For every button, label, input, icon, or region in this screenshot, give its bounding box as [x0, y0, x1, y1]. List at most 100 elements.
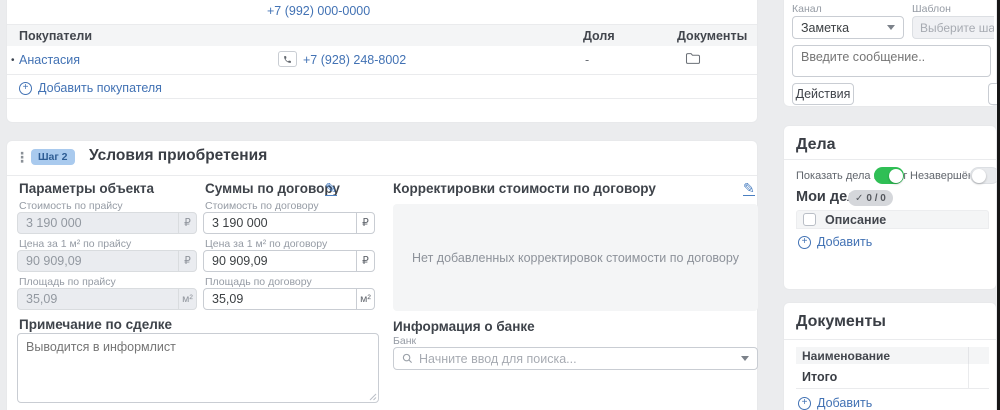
- channel-value: Заметка: [801, 21, 849, 35]
- documents-card: Документы Наименование Итого + Добавить: [783, 302, 997, 410]
- message-textarea[interactable]: [792, 45, 991, 77]
- bank-label: Банк: [393, 335, 416, 347]
- adjustments-empty-panel: Нет добавленных корректировок стоимости …: [393, 204, 758, 311]
- buyers-col-share: Доля: [583, 29, 615, 43]
- chevron-down-icon: [741, 356, 749, 361]
- edit-adjustments-icon[interactable]: ✎: [743, 181, 755, 196]
- tasks-counter-badge: ✓ 0 / 0: [848, 190, 893, 206]
- add-document-label: Добавить: [817, 396, 872, 410]
- buyer-share-value: -: [585, 53, 589, 67]
- deal-note-textarea[interactable]: [17, 333, 379, 403]
- add-buyer-label: Добавить покупателя: [38, 81, 162, 95]
- select-all-checkbox[interactable]: [803, 213, 816, 226]
- step-badge: Шаг 2: [31, 149, 75, 165]
- drag-handle-icon[interactable]: ⋮: [15, 149, 30, 166]
- bank-search-placeholder: Начните ввод для поиска...: [419, 352, 735, 366]
- table-row: • Анастасия +7 (928) 248-8002 -: [7, 46, 757, 74]
- search-icon: [402, 353, 413, 364]
- bank-search-select[interactable]: Начните ввод для поиска...: [393, 347, 758, 370]
- composer-card: Канал Заметка Шаблон Выберите шаблон Дей…: [783, 0, 997, 107]
- buyer-phone-link[interactable]: +7 (928) 248-8002: [303, 53, 406, 67]
- buyers-card: ИНН 0000000000 +7 (992) 000-0000 Покупат…: [6, 0, 758, 123]
- phone-icon[interactable]: [278, 51, 297, 67]
- note-title: Примечание по сделке: [19, 317, 172, 332]
- tasks-col-description: Описание: [825, 213, 886, 227]
- step2-card: ⋮ Шаг 2 Условия приобретения Параметры о…: [6, 140, 758, 410]
- documents-title: Документы: [796, 313, 886, 331]
- price-list-area-input: [18, 289, 178, 309]
- template-select[interactable]: Выберите шаблон: [912, 16, 994, 39]
- column-divider: [968, 364, 969, 388]
- edit-sums-icon[interactable]: ✎: [325, 181, 337, 196]
- field-label: Стоимость по прайсу: [19, 200, 123, 212]
- documents-total-label: Итого: [802, 370, 837, 384]
- plus-circle-icon: +: [798, 397, 811, 410]
- contract-sqm-input[interactable]: [204, 251, 356, 271]
- divider: [7, 175, 757, 176]
- contract-area-field[interactable]: м²: [203, 288, 375, 310]
- tasks-card: Дела Показать дела коллег Незавершённые …: [783, 125, 997, 290]
- currency-unit: ₽: [178, 251, 196, 271]
- row-bullet: •: [11, 55, 15, 66]
- tasks-title: Дела: [796, 136, 836, 154]
- column-divider: [968, 347, 969, 364]
- price-list-sqm-field: ₽: [17, 250, 197, 272]
- price-list-area-field: м²: [17, 288, 197, 310]
- check-icon: ✓: [855, 193, 863, 204]
- contract-sums-title: Суммы по договору: [205, 181, 340, 196]
- field-label: Площадь по прайсу: [19, 276, 116, 288]
- price-list-sqm-input: [18, 251, 178, 271]
- area-unit: м²: [178, 289, 196, 309]
- bank-title: Информация о банке: [393, 319, 535, 334]
- crm-deal-screen: ИНН 0000000000 +7 (992) 000-0000 Покупат…: [0, 0, 1000, 410]
- contract-area-input[interactable]: [204, 289, 356, 309]
- contact-phone-link[interactable]: +7 (992) 000-0000: [267, 4, 370, 18]
- step-title: Условия приобретения: [89, 147, 267, 165]
- template-label: Шаблон: [912, 3, 951, 15]
- documents-col-name: Наименование: [802, 349, 890, 363]
- add-task-button[interactable]: + Добавить: [798, 235, 872, 249]
- resize-handle-icon[interactable]: [369, 393, 377, 401]
- price-list-cost-input: [18, 213, 178, 233]
- currency-unit: ₽: [356, 213, 374, 233]
- field-label: Площадь по договору: [205, 276, 312, 288]
- buyer-name-link[interactable]: Анастасия: [19, 53, 80, 67]
- adjustments-empty-text: Нет добавленных корректировок стоимости …: [412, 249, 739, 267]
- adjustments-title: Корректировки стоимости по договору: [393, 181, 656, 196]
- contract-cost-field[interactable]: ₽: [203, 212, 375, 234]
- add-document-button[interactable]: + Добавить: [798, 396, 872, 410]
- field-label: Цена за 1 м² по договору: [205, 238, 327, 250]
- buyers-table-header: Покупатели Доля Документы: [7, 25, 757, 46]
- area-unit: м²: [356, 289, 374, 309]
- actions-button[interactable]: Действия: [792, 83, 854, 105]
- divider: [7, 98, 757, 99]
- table-row: Итого: [796, 364, 989, 389]
- contract-cost-input[interactable]: [204, 213, 356, 233]
- channel-select[interactable]: Заметка: [792, 16, 904, 39]
- documents-table-header: Наименование: [796, 347, 989, 364]
- plus-circle-icon: +: [19, 82, 32, 95]
- chevron-down-icon: [887, 25, 895, 30]
- divider: [7, 74, 757, 75]
- template-placeholder: Выберите шаблон: [920, 21, 994, 35]
- divider: [784, 159, 996, 160]
- add-buyer-button[interactable]: + Добавить покупателя: [19, 81, 162, 95]
- tasks-table-header: Описание: [796, 210, 989, 229]
- contract-sqm-field[interactable]: ₽: [203, 250, 375, 272]
- currency-unit: ₽: [178, 213, 196, 233]
- object-params-title: Параметры объекта: [19, 181, 154, 196]
- unfinished-toggle[interactable]: [970, 167, 1000, 184]
- field-label: Стоимость по договору: [205, 200, 319, 212]
- add-task-label: Добавить: [817, 235, 872, 249]
- plus-circle-icon: +: [798, 236, 811, 249]
- folder-icon[interactable]: [685, 52, 701, 70]
- field-label: Цена за 1 м² по прайсу: [19, 238, 131, 250]
- currency-unit: ₽: [356, 251, 374, 271]
- buyers-col-name: Покупатели: [19, 29, 92, 43]
- show-colleagues-toggle[interactable]: [874, 167, 904, 184]
- channel-label: Канал: [792, 3, 822, 15]
- tasks-counter: 0 / 0: [866, 193, 885, 204]
- price-list-cost-field: ₽: [17, 212, 197, 234]
- divider: [784, 339, 996, 340]
- buyers-col-documents: Документы: [677, 29, 747, 43]
